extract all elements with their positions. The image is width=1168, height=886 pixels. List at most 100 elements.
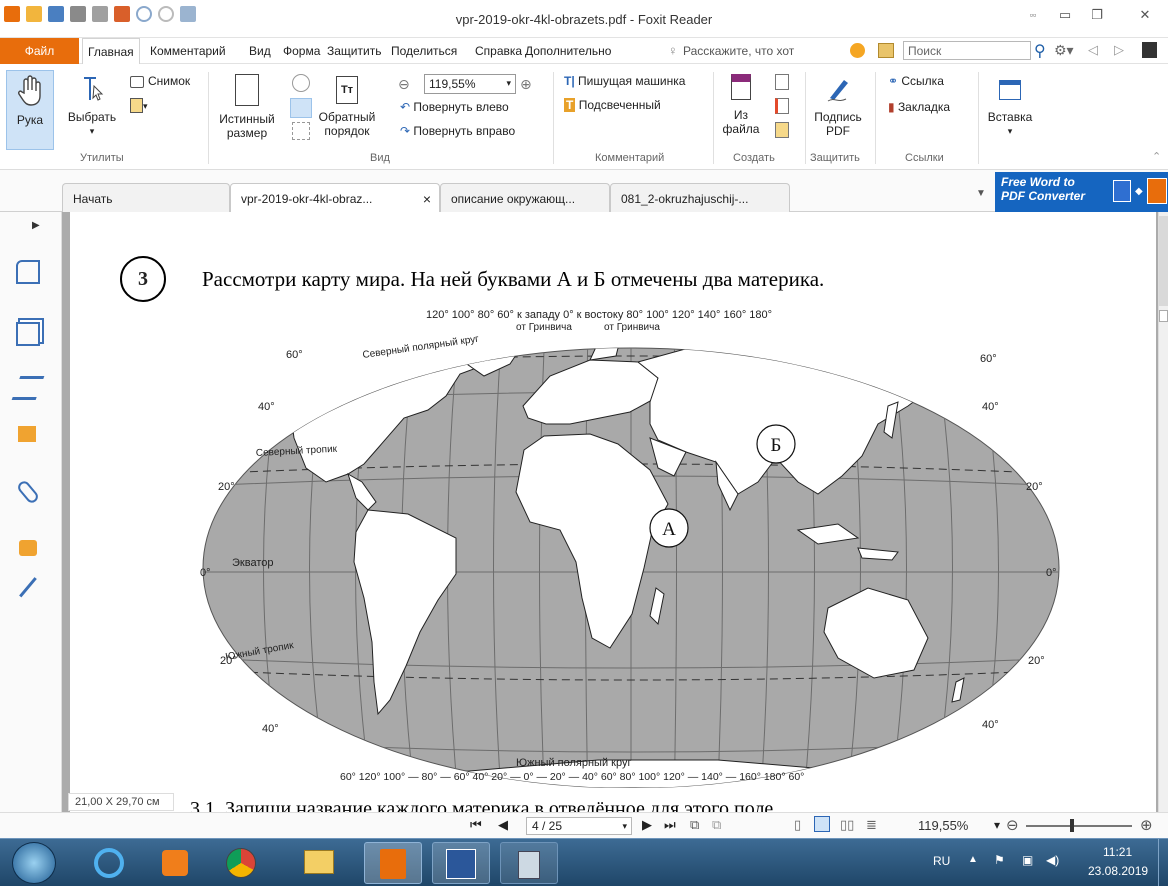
explorer-button[interactable] <box>290 842 348 884</box>
menu-file[interactable]: Файл <box>0 38 79 64</box>
network-icon[interactable]: ▣ <box>1022 853 1033 867</box>
tabs-dropdown-icon[interactable]: ▼ <box>976 188 986 199</box>
sign-pdf-button[interactable]: Подпись PDF <box>810 70 866 150</box>
clipboard-button[interactable]: ▾ <box>130 98 148 114</box>
collapse-ribbon-icon[interactable]: ⌃ <box>1152 150 1161 163</box>
action-center-icon[interactable]: ⚑ <box>994 853 1005 867</box>
continuous-facing-icon[interactable]: ≣ <box>866 817 877 833</box>
media-player-button[interactable] <box>146 842 204 884</box>
menu-share[interactable]: Поделиться <box>391 44 457 58</box>
zoom-slider-thumb[interactable] <box>1070 819 1074 832</box>
gear-icon[interactable]: ⚙▾ <box>1054 42 1074 59</box>
new-page-icon[interactable] <box>775 98 789 114</box>
last-page-icon[interactable]: ⏭ <box>664 817 676 833</box>
tab-description[interactable]: описание окружающ... <box>440 183 610 212</box>
fit-visible-icon[interactable] <box>292 122 310 140</box>
actual-size-button[interactable]: Истинный размер <box>212 70 282 150</box>
zoom-in-icon[interactable]: ⊕ <box>520 76 532 93</box>
start-button[interactable] <box>12 842 56 884</box>
minimize-button[interactable]: ▭ <box>1050 4 1080 26</box>
expand-panel-icon[interactable]: ▶ <box>32 220 40 231</box>
zoom-select[interactable]: 119,55% ▾ <box>424 74 516 94</box>
tab-start[interactable]: Начать <box>62 183 230 212</box>
word-to-pdf-ad[interactable]: Free Word to PDF Converter ◆ <box>995 172 1168 212</box>
tab-close-icon[interactable]: × <box>423 191 431 207</box>
single-page-icon[interactable]: ▯ <box>794 817 801 833</box>
pages-icon[interactable] <box>16 260 40 284</box>
page-layout-icon[interactable]: ⧉ <box>690 817 699 833</box>
chrome-button[interactable] <box>212 842 270 884</box>
link-button[interactable]: ⚭ Ссылка <box>888 74 944 88</box>
close-button[interactable]: ✕ <box>1130 4 1160 26</box>
status-zoom-out-icon[interactable]: ⊖ <box>1006 816 1019 834</box>
scrollbar-thumb[interactable] <box>1159 216 1168 306</box>
facing-pages-icon[interactable]: ▯▯ <box>840 817 854 833</box>
fit-width-icon[interactable] <box>290 98 312 118</box>
search-icon[interactable]: ⚲ <box>1034 41 1046 61</box>
smiley-icon[interactable] <box>850 43 865 58</box>
comments-icon[interactable] <box>18 426 36 442</box>
zoom-slider-track[interactable] <box>1026 825 1132 827</box>
spread-icon[interactable]: ⧉ <box>712 817 721 833</box>
tab-active-document[interactable]: vpr-2019-okr-4kl-obraz... × <box>230 183 440 213</box>
search-input[interactable]: Поиск <box>903 41 1031 60</box>
select-tool-button[interactable]: Выбрать ▾ <box>60 70 124 150</box>
hand-tool-button[interactable]: Рука <box>6 70 54 150</box>
signature-icon[interactable] <box>19 577 53 611</box>
foxit-taskbar-button[interactable] <box>364 842 422 884</box>
rotate-left-button[interactable]: ↶ Повернуть влево <box>400 100 509 114</box>
next-arrow-icon[interactable]: ▷ <box>1114 42 1124 58</box>
show-desktop-button[interactable] <box>1158 839 1168 886</box>
prev-arrow-icon[interactable]: ◁ <box>1088 42 1098 58</box>
document-viewport[interactable]: 3 Рассмотри карту мира. На ней буквами А… <box>62 212 1158 834</box>
menu-view[interactable]: Вид <box>249 44 271 58</box>
vertical-scrollbar[interactable] <box>1158 212 1168 834</box>
lock-icon[interactable] <box>19 540 37 556</box>
rotate-right-button[interactable]: ↷ Повернуть вправо <box>400 124 515 138</box>
menu-help[interactable]: Справка <box>475 44 522 58</box>
search-folder-icon[interactable] <box>878 43 894 58</box>
language-indicator[interactable]: RU <box>933 854 950 868</box>
tray-expand-icon[interactable]: ▲ <box>968 854 978 865</box>
zoom-out-icon[interactable]: ⊖ <box>398 76 410 93</box>
snapshot-button[interactable]: Снимок <box>130 74 190 88</box>
layers-icon[interactable] <box>11 376 45 400</box>
clipboard-page-icon[interactable] <box>775 122 789 138</box>
menu-protect[interactable]: Защитить <box>327 44 381 58</box>
typewriter-button[interactable]: T| Пишущая машинка <box>564 74 685 88</box>
internet-explorer-button[interactable] <box>80 842 138 884</box>
from-file-button[interactable]: Из файла <box>718 70 764 150</box>
next-page-icon[interactable]: ▶ <box>642 817 652 833</box>
menu-home[interactable]: Главная <box>82 38 140 65</box>
fit-page-icon[interactable] <box>292 74 310 92</box>
page-number-input[interactable]: 4 / 25 ▾ <box>526 817 632 835</box>
page-dropdown-icon[interactable]: ▾ <box>622 821 627 832</box>
continuous-page-icon[interactable] <box>814 816 830 832</box>
bookmark-button[interactable]: ▮ Закладка <box>888 100 950 114</box>
page-thumbnails-icon[interactable] <box>16 322 40 346</box>
menu-comment[interactable]: Комментарий <box>150 44 226 58</box>
first-page-icon[interactable]: ⏮ <box>470 817 482 833</box>
equator-label: Экватор <box>232 557 273 569</box>
menu-more[interactable]: Дополнительно <box>525 44 611 58</box>
attachment-icon[interactable] <box>15 478 41 506</box>
volume-icon[interactable]: ◀) <box>1046 853 1059 867</box>
word-taskbar-button[interactable] <box>432 842 490 884</box>
status-zoom-in-icon[interactable]: ⊕ <box>1140 816 1153 834</box>
reverse-order-button[interactable]: Tт Обратный порядок <box>318 70 376 150</box>
restore-button[interactable]: ❐ <box>1082 4 1112 26</box>
highlight-button[interactable]: T Подсвеченный <box>564 98 661 112</box>
ribbon-toggle-icon[interactable]: ▫▫ <box>1018 4 1048 26</box>
clock-date[interactable]: 23.08.2019 <box>1088 864 1148 878</box>
previous-page-icon[interactable]: ◀ <box>498 817 508 833</box>
menu-form[interactable]: Форма <box>283 44 320 58</box>
tab-081[interactable]: 081_2-okruzhajuschij-... <box>610 183 790 212</box>
blank-page-icon[interactable] <box>775 74 789 90</box>
zoom-dropdown-icon[interactable]: ▾ <box>994 818 1000 832</box>
insert-button[interactable]: Вставка ▾ <box>982 70 1038 150</box>
clock-time[interactable]: 11:21 <box>1103 845 1132 859</box>
split-handle[interactable] <box>1159 310 1168 322</box>
tell-me-input[interactable]: Расскажите, что хот <box>683 44 794 58</box>
user-icon[interactable] <box>1142 42 1157 58</box>
calculator-taskbar-button[interactable] <box>500 842 558 884</box>
